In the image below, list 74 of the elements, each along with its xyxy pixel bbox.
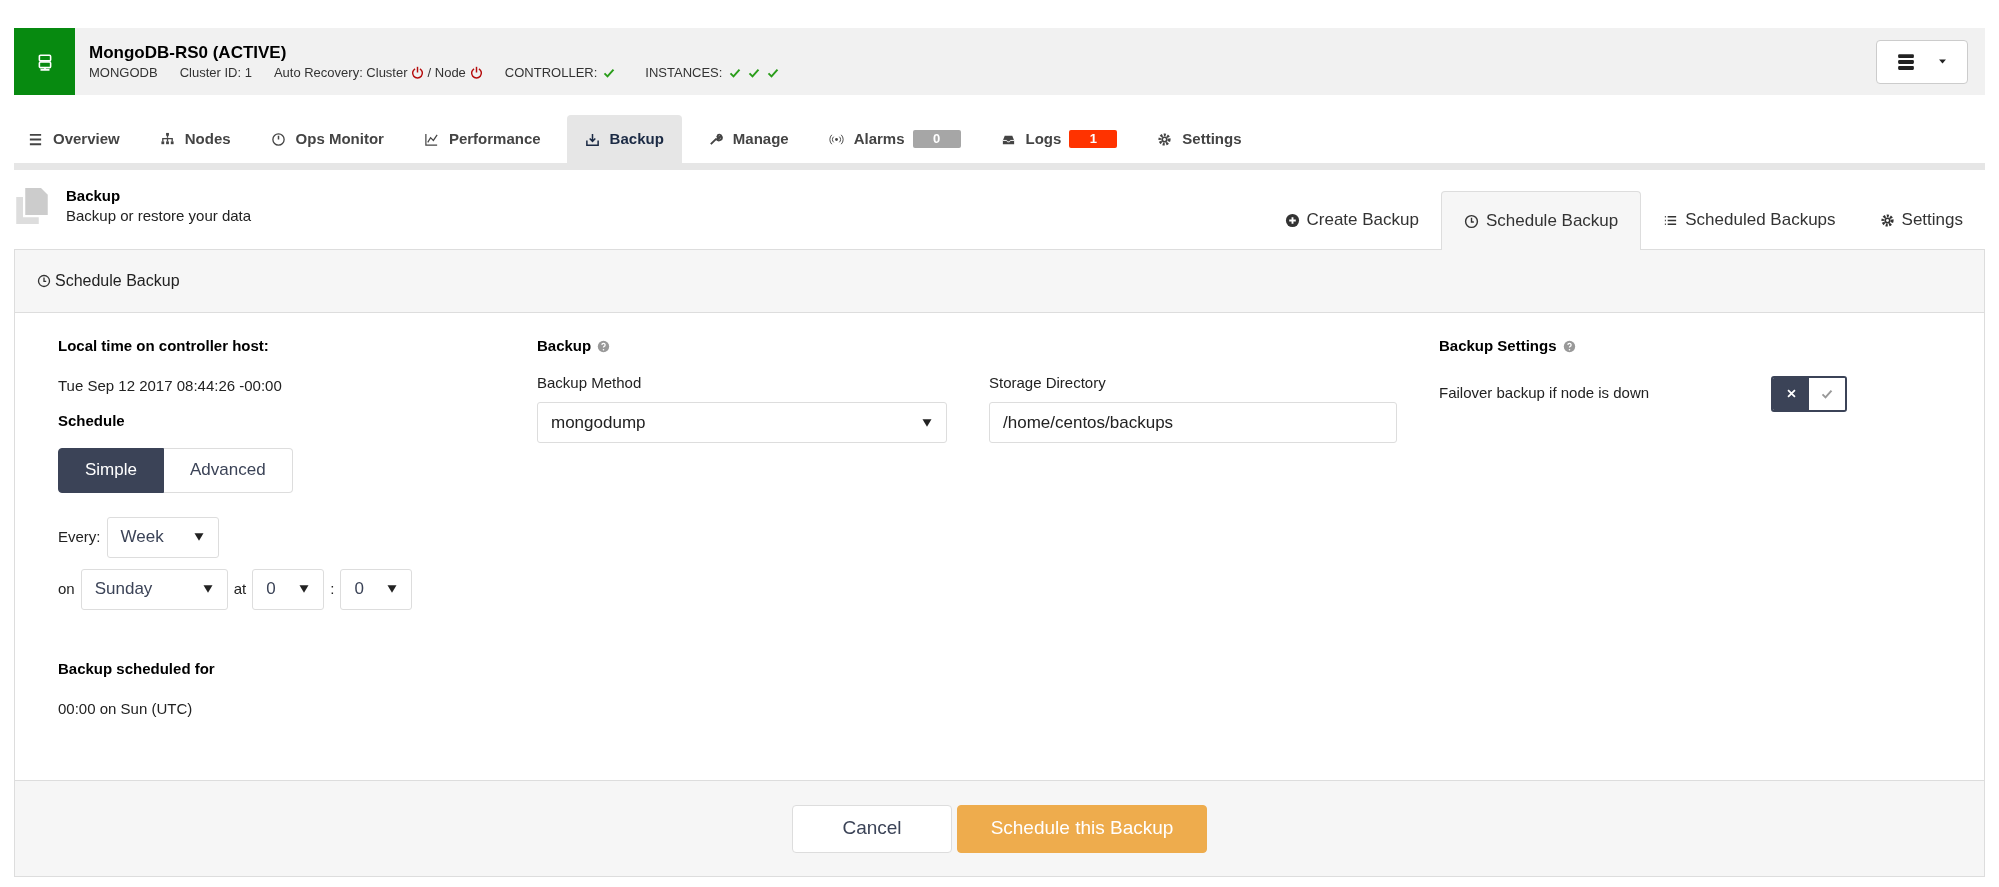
field-label: Local time on controller host: [58, 336, 270, 356]
storage-directory-field[interactable]: /home/centos/backups [989, 402, 1397, 443]
nav-tab[interactable]: Overview [14, 115, 134, 163]
cluster-type: MONGODB [89, 63, 158, 82]
nav-tab[interactable]: Logs 1 [986, 115, 1132, 163]
section-heading: Backup Settings [1439, 336, 1557, 356]
page-subtitle: Backup or restore your data [66, 206, 252, 226]
server-stack-icon [1896, 52, 1915, 71]
wrench-icon [707, 131, 723, 147]
plus-circle-icon [1284, 212, 1300, 228]
frequency-select[interactable]: Week [106, 516, 219, 558]
caret-icon [921, 416, 933, 429]
instances-label: INSTANCES: [645, 63, 723, 82]
caret-icon [201, 583, 214, 595]
field-label: at [233, 578, 247, 599]
scheduled-time: 00:00 on Sun (UTC) [58, 699, 194, 719]
nav-tab[interactable]: Alarms 0 [814, 115, 975, 163]
local-time: Tue Sep 12 2017 08:44:26 -00:00 [58, 375, 283, 396]
settings-icon [1157, 131, 1173, 147]
help-icon [597, 339, 611, 353]
backup-method-select[interactable]: mongodump [537, 402, 947, 443]
auto-recovery-label: Auto Recovery: Cluster [273, 63, 408, 82]
cluster-menu-button[interactable] [1876, 39, 1968, 84]
field-label: Every: [58, 526, 101, 547]
help-icon [1562, 339, 1576, 353]
sub-tab[interactable]: Schedule Backup [1440, 191, 1642, 250]
nav-tab[interactable]: Backup [566, 115, 682, 163]
line-chart-icon [423, 131, 439, 147]
field-label: Backup scheduled for [58, 658, 216, 679]
controller-label: CONTROLLER: [504, 63, 598, 82]
hierarchy-icon [159, 131, 175, 147]
settings-icon [1879, 212, 1895, 228]
field-label: Backup Method [537, 372, 643, 393]
nav-tab[interactable]: Ops Monitor [256, 115, 398, 163]
day-select[interactable]: Sunday [80, 568, 228, 610]
page-title: Backup [66, 186, 122, 206]
document-icon [14, 186, 50, 226]
field-label: Failover backup if node is down [1439, 383, 1651, 404]
sub-tab[interactable]: Scheduled Backups [1641, 191, 1858, 249]
field-label: Schedule [58, 411, 126, 431]
schedule-mode-toggle[interactable]: Advanced [163, 447, 293, 493]
panel-title: Schedule Backup [55, 271, 180, 291]
hour-select[interactable]: 0 [252, 568, 325, 610]
node-label: / Node [427, 63, 466, 82]
cluster-title: MongoDB-RS0 (ACTIVE) [89, 41, 288, 64]
sub-tab[interactable]: Create Backup [1262, 191, 1441, 249]
signal-icon [828, 131, 844, 147]
nav-tab[interactable]: Manage [693, 115, 803, 163]
sub-tab[interactable]: Settings [1857, 191, 1985, 249]
check-icon [1821, 387, 1833, 400]
field-label: : [330, 578, 335, 599]
caret-icon [192, 531, 205, 543]
section-heading: Backup [537, 336, 592, 356]
field-label: on [58, 578, 75, 599]
nav-tab[interactable]: Performance [409, 115, 555, 163]
caret-icon [1936, 56, 1948, 67]
cluster-id: Cluster ID: 1 [179, 63, 252, 82]
menu-icon [28, 131, 43, 147]
clock-icon [1463, 213, 1479, 229]
cancel-button[interactable]: Cancel [792, 804, 952, 853]
clock-icon [37, 274, 51, 288]
count-badge: 0 [912, 130, 961, 148]
caret-icon [298, 583, 311, 595]
count-badge: 1 [1069, 130, 1118, 148]
nav-tab[interactable]: Settings [1143, 115, 1256, 163]
cross-icon [1785, 388, 1797, 399]
caret-icon [386, 583, 399, 595]
gauge-icon [270, 131, 286, 147]
field-label: Storage Directory [989, 372, 1107, 393]
schedule-mode-toggle[interactable]: Simple [58, 447, 164, 493]
failover-toggle[interactable] [1771, 375, 1847, 412]
download-icon [584, 131, 600, 147]
nav-tab[interactable]: Nodes [145, 115, 245, 163]
minute-select[interactable]: 0 [340, 568, 413, 610]
